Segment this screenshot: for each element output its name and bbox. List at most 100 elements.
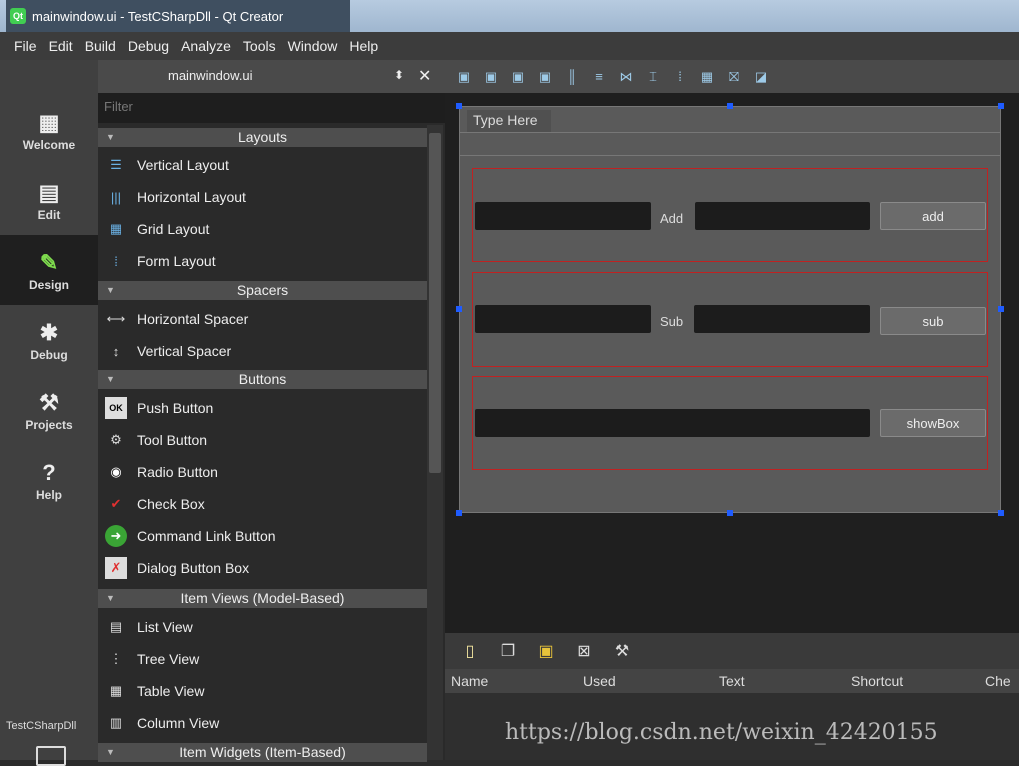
menu-debug[interactable]: Debug [128, 38, 169, 54]
widget-grid-layout[interactable]: ▦ Grid Layout [98, 213, 427, 245]
menu-tools[interactable]: Tools [243, 38, 276, 54]
mode-design-label: Design [28, 278, 69, 292]
category-item-widgets[interactable]: ▼ Item Widgets (Item-Based) [98, 743, 427, 762]
widget-form-layout[interactable]: ⁞ Form Layout [98, 245, 427, 277]
sub-input-2[interactable] [694, 305, 870, 333]
collapse-arrow-icon: ▼ [106, 374, 115, 384]
new-action-icon[interactable]: ▯ [459, 640, 481, 662]
widget-horizontal-layout[interactable]: ||| Horizontal Layout [98, 181, 427, 213]
resize-handle-b[interactable] [727, 510, 733, 516]
menu-build[interactable]: Build [85, 38, 116, 54]
category-buttons[interactable]: ▼ Buttons [98, 370, 427, 389]
category-layouts[interactable]: ▼ Layouts [98, 128, 427, 147]
monitor-icon[interactable] [36, 746, 66, 766]
widget-tree-view[interactable]: ⋮ Tree View [98, 643, 427, 675]
layout-form-icon[interactable]: ⁞ [669, 67, 691, 87]
column-checkable[interactable]: Che [985, 673, 1011, 689]
resize-handle-l[interactable] [456, 306, 462, 312]
widget-box-scrollbar[interactable] [427, 125, 443, 760]
widget-table-view[interactable]: ▦ Table View [98, 675, 427, 707]
column-used[interactable]: Used [583, 673, 616, 689]
layout-vertical-icon[interactable]: ≡ [588, 67, 610, 87]
collapse-arrow-icon: ▼ [106, 285, 115, 295]
menu-edit[interactable]: Edit [49, 38, 73, 54]
widget-list-view[interactable]: ▤ List View [98, 611, 427, 643]
file-selector-arrows-icon[interactable]: ⬍ [394, 68, 404, 82]
widget-radio-button[interactable]: ◉ Radio Button [98, 456, 427, 488]
delete-action-icon[interactable]: ⊠ [573, 640, 595, 662]
dialog-button-box-icon: ✗ [105, 557, 127, 579]
menu-bar: File Edit Build Debug Analyze Tools Wind… [0, 32, 1019, 60]
window-title: mainwindow.ui - TestCSharpDll - Qt Creat… [32, 8, 284, 24]
mode-welcome-label: Welcome [22, 138, 76, 152]
add-input-2[interactable] [695, 202, 870, 230]
category-spacers[interactable]: ▼ Spacers [98, 281, 427, 300]
menu-file[interactable]: File [14, 38, 37, 54]
menu-window[interactable]: Window [288, 38, 338, 54]
sub-button[interactable]: sub [880, 307, 986, 335]
category-item-views[interactable]: ▼ Item Views (Model-Based) [98, 589, 427, 608]
copy-action-icon[interactable]: ❐ [497, 640, 519, 662]
filter-input[interactable]: Filter [98, 93, 445, 123]
widget-vertical-layout[interactable]: ☰ Vertical Layout [98, 149, 427, 181]
widget-push-button[interactable]: OK Push Button [98, 392, 427, 424]
mode-debug[interactable]: ✱ Debug [0, 305, 98, 375]
mode-help[interactable]: ? Help [0, 445, 98, 515]
column-name[interactable]: Name [451, 673, 488, 689]
edit-signals-icon[interactable]: ▣ [480, 67, 502, 87]
menu-analyze[interactable]: Analyze [181, 38, 231, 54]
resize-handle-t[interactable] [727, 103, 733, 109]
edit-tab-order-icon[interactable]: ▣ [534, 67, 556, 87]
widget-vertical-spacer[interactable]: ↕ Vertical Spacer [98, 335, 427, 367]
column-text[interactable]: Text [719, 673, 745, 689]
resize-handle-tr[interactable] [998, 103, 1004, 109]
resize-handle-r[interactable] [998, 306, 1004, 312]
widget-column-view[interactable]: ▥ Column View [98, 707, 427, 739]
widget-tool-button[interactable]: ⚙ Tool Button [98, 424, 427, 456]
break-layout-icon[interactable]: ⛝ [723, 67, 745, 87]
open-file-name[interactable]: mainwindow.ui [168, 68, 253, 83]
layout-splitter-v-icon[interactable]: ⌶ [642, 67, 664, 87]
resize-handle-br[interactable] [998, 510, 1004, 516]
menu-help[interactable]: Help [349, 38, 378, 54]
command-link-icon: ➜ [105, 525, 127, 547]
mode-projects[interactable]: ⚒ Projects [0, 375, 98, 445]
paste-action-icon[interactable]: ▣ [535, 640, 557, 662]
mode-selector: ▦ Welcome ▤ Edit ✎ Design ✱ Debug ⚒ Proj… [0, 60, 98, 766]
form-toolbar-area [460, 132, 1000, 156]
radio-button-icon: ◉ [110, 464, 122, 479]
mode-projects-label: Projects [25, 418, 73, 432]
resize-handle-bl[interactable] [456, 510, 462, 516]
project-label[interactable]: TestCSharpDll [0, 720, 98, 732]
list-view-icon: ▤ [109, 619, 123, 634]
resize-handle-tl[interactable] [456, 103, 462, 109]
widget-check-box[interactable]: ✔ Check Box [98, 488, 427, 520]
widget-command-link-button[interactable]: ➜ Command Link Button [98, 520, 427, 552]
layout-grid-icon[interactable]: ▦ [696, 67, 718, 87]
scrollbar-thumb[interactable] [429, 133, 441, 473]
add-input-1[interactable] [475, 202, 651, 230]
adjust-size-icon[interactable]: ◪ [750, 67, 772, 87]
column-shortcut[interactable]: Shortcut [851, 673, 903, 689]
push-button-icon: OK [105, 397, 127, 419]
layout-splitter-h-icon[interactable]: ⋈ [615, 67, 637, 87]
mode-edit[interactable]: ▤ Edit [0, 165, 98, 235]
mode-help-label: Help [35, 488, 62, 502]
edit-buddies-icon[interactable]: ▣ [507, 67, 529, 87]
widget-dialog-button-box[interactable]: ✗ Dialog Button Box [98, 552, 427, 584]
mode-welcome[interactable]: ▦ Welcome [0, 95, 98, 165]
close-file-icon[interactable]: ✕ [418, 66, 431, 86]
showbox-button[interactable]: showBox [880, 409, 986, 437]
configure-action-icon[interactable]: ⚒ [611, 640, 633, 662]
layout-horizontal-icon[interactable]: ║ [561, 67, 583, 87]
mode-design[interactable]: ✎ Design [0, 235, 98, 305]
collapse-arrow-icon: ▼ [106, 593, 115, 603]
menu-type-here[interactable]: Type Here [467, 110, 551, 132]
sub-input-1[interactable] [475, 305, 651, 333]
widget-horizontal-spacer[interactable]: ⟷ Horizontal Spacer [98, 303, 427, 335]
add-button[interactable]: add [880, 202, 986, 230]
designer-toolbar: ▣ ▣ ▣ ▣ ║ ≡ ⋈ ⌶ ⁞ ▦ ⛝ ◪ [445, 60, 1019, 93]
show-input[interactable] [475, 409, 870, 437]
form-layout-icon: ⁞ [114, 253, 118, 269]
edit-widgets-icon[interactable]: ▣ [453, 67, 475, 87]
